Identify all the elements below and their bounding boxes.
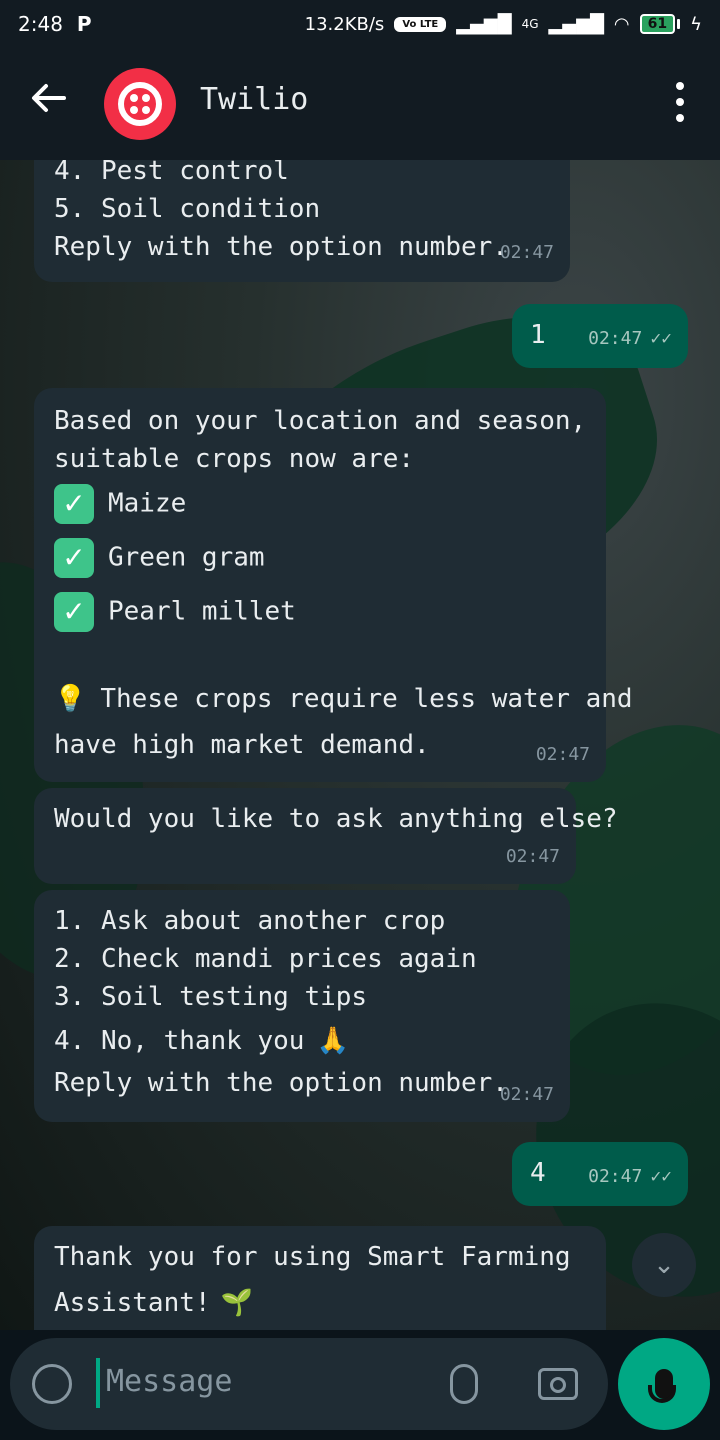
voice-message-button[interactable] [618,1338,710,1430]
crop-item: ✓ Maize [54,484,586,538]
check-mark-icon: ✓ [54,538,94,578]
emoji-sticker-icon[interactable] [32,1364,72,1404]
folded-hands-icon: 🙏 [316,1026,349,1056]
lightbulb-icon: 💡 [54,684,87,714]
message-line: Reply with the option number. [54,232,508,262]
message-line: 4. Pest control [54,160,289,186]
chevron-double-down-icon: ⌄ [653,1250,675,1280]
status-bar: 2:48 P 13.2KB/s Vo LTE ▂▄▆█ 4G ▂▄▆█ ◠ 61… [0,0,720,48]
battery-level: 61 [639,14,676,34]
camera-icon[interactable] [538,1368,578,1400]
check-mark-icon: ✓ [54,592,94,632]
message-line: Based on your location and season, [54,406,587,436]
chat-area[interactable]: 4. Pest control 5. Soil condition Reply … [0,160,720,1330]
contact-name[interactable]: Twilio [200,82,308,117]
message-line: Thank you for using Smart Farming [54,1242,571,1272]
message-input[interactable]: Message [106,1364,232,1399]
wifi-icon: ◠ [613,13,630,35]
more-options-icon[interactable] [674,82,686,122]
message-text: Would you like to ask anything else? [54,804,618,834]
message-incoming[interactable]: Thank you for using Smart Farming Assist… [34,1226,606,1330]
avatar[interactable] [104,68,176,140]
double-check-icon: ✓✓ [650,328,672,349]
message-time: 02:47 [535,744,590,765]
message-text: 1 [530,320,546,350]
check-mark-icon: ✓ [54,484,94,524]
tip-line: 💡 These crops require less water and [54,684,633,714]
message-time: 02:47 ✓✓ [588,328,672,349]
signal-icon: ▂▄▆█ [456,13,512,35]
message-time: 02:47 [499,242,554,263]
back-arrow-icon[interactable] [28,78,68,118]
p-icon: P [76,12,92,36]
message-line: 2. Check mandi prices again [54,944,477,974]
message-time: 02:47 [505,846,560,867]
network-type: 4G [521,17,539,31]
message-incoming[interactable]: 4. Pest control 5. Soil condition Reply … [34,160,570,282]
message-outgoing[interactable]: 4 02:47 ✓✓ [512,1142,688,1206]
message-line: Reply with the option number. [54,1068,508,1098]
message-time: 02:47 [499,1084,554,1105]
message-incoming[interactable]: Based on your location and season, suita… [34,388,633,782]
attach-paperclip-icon[interactable] [450,1364,478,1404]
message-line: suitable crops now are: [54,444,415,474]
message-line: Assistant! 🌱 [54,1288,253,1318]
message-incoming[interactable]: 1. Ask about another crop 2. Check mandi… [34,890,570,1122]
battery-icon: 61 [639,14,681,34]
charging-icon: ϟ [690,13,702,35]
crop-item: ✓ Green gram [54,538,586,592]
volte-icon: Vo LTE [394,16,447,32]
signal-icon-2: ▂▄▆█ [548,13,604,35]
network-speed: 13.2KB/s [304,13,385,35]
message-line: 4. No, thank you 🙏 [54,1026,349,1056]
message-text: 4 [530,1158,546,1188]
message-time: 02:47 ✓✓ [588,1166,672,1187]
microphone-icon [648,1369,676,1403]
message-outgoing[interactable]: 1 02:47 ✓✓ [512,304,688,368]
scroll-down-button[interactable]: ⌄ [632,1233,696,1297]
crop-item: ✓ Pearl millet [54,592,586,646]
input-bar: Message [0,1330,720,1440]
seedling-icon: 🌱 [220,1288,253,1318]
message-line: 1. Ask about another crop [54,906,446,936]
status-time: 2:48 [18,12,63,36]
message-incoming[interactable]: Would you like to ask anything else? 02:… [34,788,618,884]
text-cursor [96,1358,100,1408]
tip-line: have high market demand. [54,730,430,760]
message-line: 3. Soil testing tips [54,982,368,1012]
message-line: 5. Soil condition [54,194,321,224]
double-check-icon: ✓✓ [650,1166,672,1187]
chat-header: Twilio [0,48,720,160]
message-input-container[interactable]: Message [10,1338,608,1430]
